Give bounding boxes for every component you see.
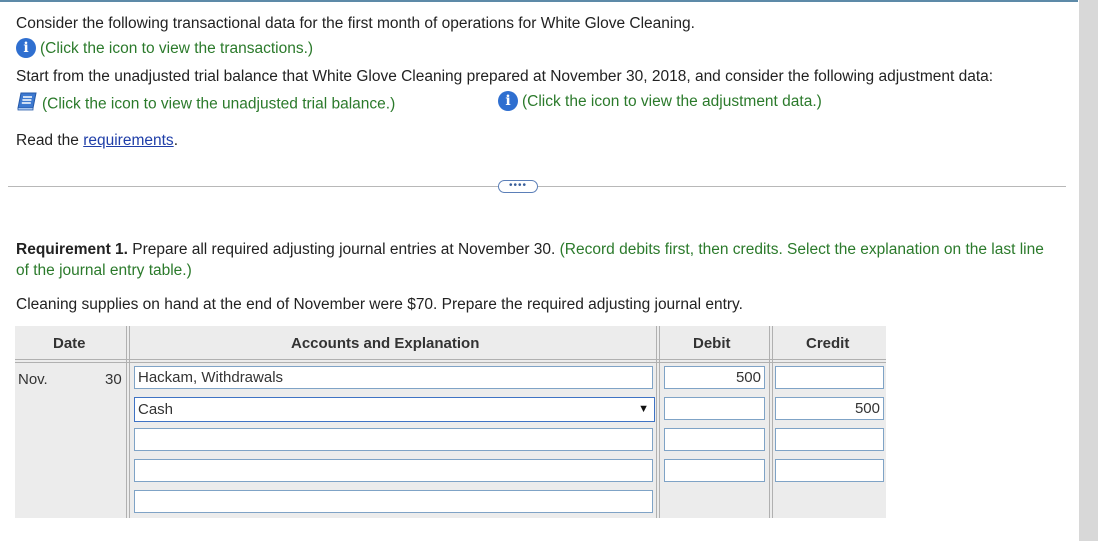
adjustment-row: i (Click the icon to view the adjustment … [498, 91, 822, 112]
info-icon[interactable]: i [16, 38, 36, 58]
date-day: 30 [105, 371, 122, 388]
credit-input[interactable] [775, 366, 884, 389]
requirement-prompt: Cleaning supplies on hand at the end of … [16, 296, 743, 313]
more-button[interactable]: •••• [498, 180, 538, 193]
trial-balance-link[interactable]: (Click the icon to view the unadjusted t… [42, 96, 395, 113]
debit-input[interactable] [664, 428, 765, 451]
account-input[interactable] [134, 459, 653, 482]
account-select[interactable]: Cash ▼ [134, 397, 655, 422]
read-prefix: Read the [16, 132, 84, 149]
journal-entry-table: Date Accounts and Explanation Debit Cred… [15, 326, 886, 518]
credit-header: Credit [806, 335, 850, 352]
debit-input[interactable] [664, 397, 765, 420]
top-border [0, 0, 1078, 2]
transactions-link[interactable]: (Click the icon to view the transactions… [40, 40, 313, 57]
explanation-input[interactable] [134, 490, 653, 513]
account-select-value: Cash [138, 401, 174, 418]
requirement-label: Requirement 1. [16, 241, 128, 258]
transactions-row: i (Click the icon to view the transaction… [16, 38, 313, 59]
adjustment-link[interactable]: (Click the icon to view the adjustment d… [522, 93, 822, 110]
requirement-description: Prepare all required adjusting journal e… [127, 241, 560, 258]
column-divider [126, 326, 130, 518]
intro-text: Consider the following transactional dat… [16, 15, 695, 32]
requirement-text: Requirement 1. Prepare all required adju… [16, 239, 1046, 281]
header-separator [15, 359, 886, 363]
column-divider [769, 326, 773, 518]
credit-input[interactable] [775, 428, 884, 451]
account-input[interactable] [134, 428, 653, 451]
book-icon[interactable] [16, 91, 38, 116]
credit-input[interactable]: 500 [775, 397, 884, 420]
trial-balance-row: (Click the icon to view the unadjusted t… [16, 92, 395, 117]
date-header: Date [53, 335, 86, 352]
scrollbar[interactable] [1079, 0, 1098, 541]
read-requirements: Read the requirements. [16, 132, 178, 150]
requirements-link[interactable]: requirements [83, 132, 173, 149]
column-divider [656, 326, 660, 518]
debit-input[interactable]: 500 [664, 366, 765, 389]
accounts-header: Accounts and Explanation [291, 335, 480, 352]
credit-input[interactable] [775, 459, 884, 482]
debit-header: Debit [693, 335, 731, 352]
dropdown-arrow-icon[interactable]: ▼ [638, 398, 649, 421]
debit-input[interactable] [664, 459, 765, 482]
date-month: Nov. [18, 371, 48, 388]
info-icon[interactable]: i [498, 91, 518, 111]
account-input[interactable]: Hackam, Withdrawals [134, 366, 653, 389]
trial-balance-intro: Start from the unadjusted trial balance … [16, 68, 994, 85]
read-suffix: . [173, 132, 178, 149]
